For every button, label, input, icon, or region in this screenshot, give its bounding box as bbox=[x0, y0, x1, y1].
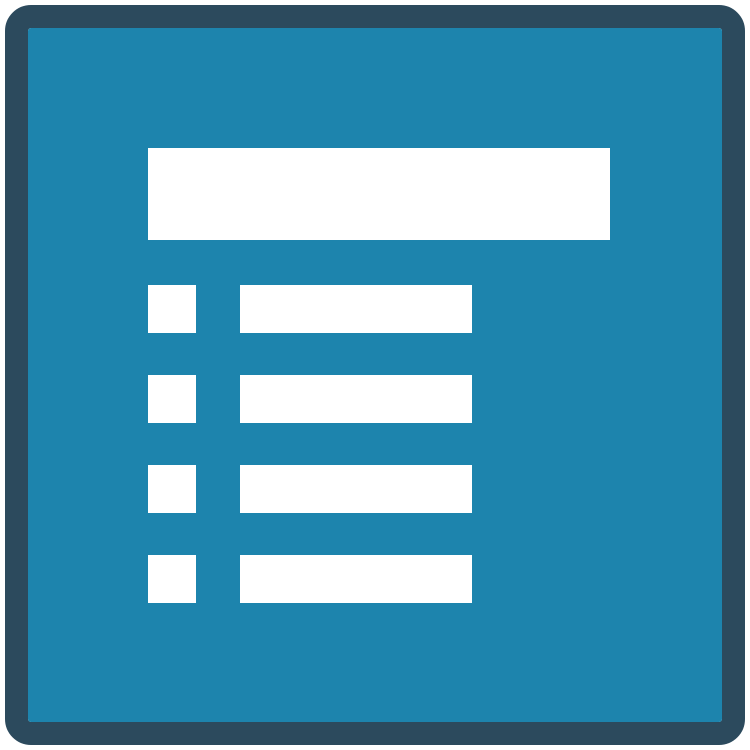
list-line bbox=[240, 555, 472, 603]
list-bullet bbox=[148, 555, 196, 603]
list-line bbox=[240, 375, 472, 423]
list-line bbox=[240, 285, 472, 333]
list-bullet bbox=[148, 285, 196, 333]
list-bullet bbox=[148, 375, 196, 423]
list-line bbox=[240, 465, 472, 513]
list-bullet bbox=[148, 465, 196, 513]
list-document-icon bbox=[5, 5, 745, 745]
header-bar bbox=[148, 148, 610, 240]
